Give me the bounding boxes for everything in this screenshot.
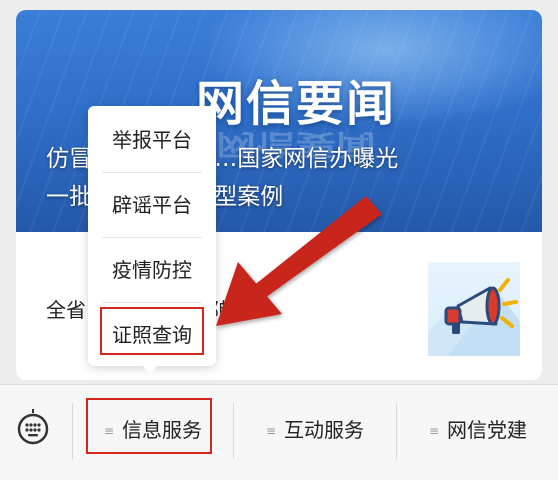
- megaphone-icon: [428, 278, 520, 356]
- license-query-highlight-box: [100, 307, 204, 355]
- tab-divider: [233, 403, 234, 459]
- tab-divider: [396, 403, 397, 459]
- article-thumbnail: [428, 262, 520, 356]
- tab-label: 网信党建: [447, 418, 528, 442]
- menu-item-rumor-refute-platform[interactable]: 辟谣平台: [88, 173, 216, 237]
- menu-item-report-platform[interactable]: 举报平台: [88, 108, 216, 172]
- info-services-highlight-box: [86, 398, 212, 454]
- bottom-menu-bar: ≡ 信息服务 ≡ 互动服务 ≡ 网信党建: [0, 384, 558, 480]
- keyboard-icon[interactable]: [16, 407, 50, 447]
- tab-divider: [72, 403, 73, 459]
- menu-lines-icon: ≡: [265, 424, 277, 438]
- tab-party-building[interactable]: ≡ 网信党建: [398, 385, 558, 480]
- menu-item-epidemic-control[interactable]: 疫情防控: [88, 238, 216, 302]
- tab-label: 互动服务: [284, 418, 365, 442]
- popup-pointer: [141, 364, 159, 374]
- tab-interactive-services[interactable]: ≡ 互动服务: [235, 385, 395, 480]
- menu-lines-icon: ≡: [428, 424, 440, 438]
